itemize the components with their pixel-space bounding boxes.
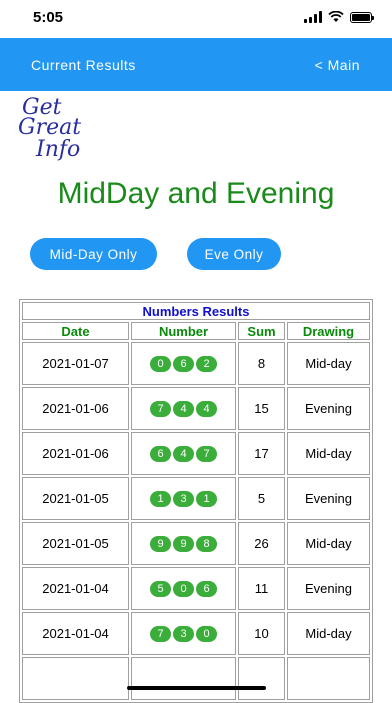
number-ball: 8 bbox=[196, 536, 217, 552]
number-ball: 0 bbox=[196, 626, 217, 642]
row-date: 2021-01-04 bbox=[22, 567, 129, 610]
table-row: 2021-01-06 744 15 Evening bbox=[22, 387, 370, 430]
row-sum: 17 bbox=[238, 432, 285, 475]
row-drawing: Mid-day bbox=[287, 522, 370, 565]
nav-bar: Current Results < Main bbox=[0, 38, 392, 91]
header-date: Date bbox=[22, 322, 129, 340]
row-drawing: Evening bbox=[287, 567, 370, 610]
wifi-icon bbox=[328, 11, 344, 22]
row-date: 2021-01-07 bbox=[22, 342, 129, 385]
row-number: 998 bbox=[131, 522, 236, 565]
number-ball: 6 bbox=[150, 446, 171, 462]
table-caption: Numbers Results bbox=[22, 302, 370, 320]
logo-line-3: Info bbox=[36, 137, 81, 162]
row-sum: 11 bbox=[238, 567, 285, 610]
number-ball: 6 bbox=[196, 581, 217, 597]
header-drawing: Drawing bbox=[287, 322, 370, 340]
row-date: 2021-01-04 bbox=[22, 612, 129, 655]
number-ball: 5 bbox=[150, 581, 171, 597]
row-sum: 26 bbox=[238, 522, 285, 565]
row-drawing: Evening bbox=[287, 477, 370, 520]
row-drawing: Mid-day bbox=[287, 612, 370, 655]
row-date: 2021-01-05 bbox=[22, 477, 129, 520]
row-date: 2021-01-06 bbox=[22, 432, 129, 475]
row-date: 2021-01-06 bbox=[22, 387, 129, 430]
signal-icon bbox=[304, 11, 322, 23]
table-row: 2021-01-04 730 10 Mid-day bbox=[22, 612, 370, 655]
row-sum: 5 bbox=[238, 477, 285, 520]
row-drawing: Evening bbox=[287, 387, 370, 430]
row-sum: 8 bbox=[238, 342, 285, 385]
number-ball: 4 bbox=[173, 401, 194, 417]
number-ball: 4 bbox=[173, 446, 194, 462]
status-time: 5:05 bbox=[33, 9, 64, 26]
number-ball: 9 bbox=[173, 536, 194, 552]
table-row: 2021-01-07 062 8 Mid-day bbox=[22, 342, 370, 385]
row-number: 744 bbox=[131, 387, 236, 430]
row-drawing: Mid-day bbox=[287, 342, 370, 385]
row-number: 062 bbox=[131, 342, 236, 385]
table-row: 2021-01-04 506 11 Evening bbox=[22, 567, 370, 610]
get-great-info-logo: Get Great Info bbox=[18, 97, 118, 167]
status-bar: 5:05 bbox=[0, 0, 392, 38]
number-ball: 7 bbox=[196, 446, 217, 462]
number-ball: 1 bbox=[150, 491, 171, 507]
row-sum: 10 bbox=[238, 612, 285, 655]
back-to-main-button[interactable]: < Main bbox=[315, 57, 360, 73]
row-number: 730 bbox=[131, 612, 236, 655]
number-ball: 3 bbox=[173, 491, 194, 507]
results-table: Numbers Results Date Number Sum Drawing … bbox=[19, 299, 373, 703]
row-number: 647 bbox=[131, 432, 236, 475]
row-number: 506 bbox=[131, 567, 236, 610]
logo-line-2: Great bbox=[18, 115, 82, 140]
nav-title: Current Results bbox=[31, 57, 136, 73]
number-ball: 4 bbox=[196, 401, 217, 417]
eve-only-button[interactable]: Eve Only bbox=[187, 238, 281, 270]
battery-icon bbox=[350, 11, 374, 23]
midday-only-button[interactable]: Mid-Day Only bbox=[30, 238, 157, 270]
number-ball: 0 bbox=[173, 581, 194, 597]
header-number: Number bbox=[131, 322, 236, 340]
number-ball: 7 bbox=[150, 401, 171, 417]
number-ball: 9 bbox=[150, 536, 171, 552]
row-sum: 15 bbox=[238, 387, 285, 430]
number-ball: 3 bbox=[173, 626, 194, 642]
table-row: 2021-01-06 647 17 Mid-day bbox=[22, 432, 370, 475]
row-number: 131 bbox=[131, 477, 236, 520]
number-ball: 1 bbox=[196, 491, 217, 507]
number-ball: 6 bbox=[173, 356, 194, 372]
row-date: 2021-01-05 bbox=[22, 522, 129, 565]
header-sum: Sum bbox=[238, 322, 285, 340]
table-row: 2021-01-05 998 26 Mid-day bbox=[22, 522, 370, 565]
number-ball: 7 bbox=[150, 626, 171, 642]
row-drawing: Mid-day bbox=[287, 432, 370, 475]
number-ball: 2 bbox=[196, 356, 217, 372]
status-icons bbox=[304, 11, 374, 23]
table-row: 2021-01-05 131 5 Evening bbox=[22, 477, 370, 520]
home-indicator bbox=[127, 686, 266, 690]
table-row-partial bbox=[22, 657, 370, 700]
number-ball: 0 bbox=[150, 356, 171, 372]
page-title: MidDay and Evening bbox=[57, 177, 335, 210]
